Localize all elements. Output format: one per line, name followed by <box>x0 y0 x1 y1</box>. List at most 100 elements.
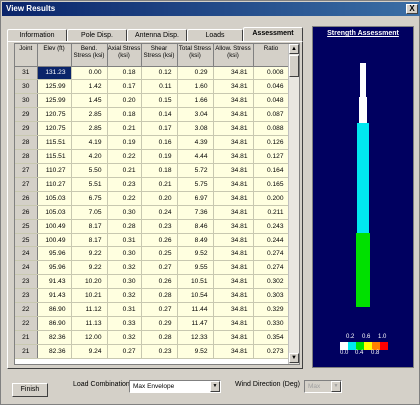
value-cell[interactable]: 0.274 <box>253 260 290 276</box>
scroll-thumb[interactable] <box>289 55 299 77</box>
elev-cell[interactable]: 120.75 <box>37 121 72 137</box>
value-cell[interactable]: 34.81 <box>213 288 254 304</box>
value-cell[interactable]: 34.81 <box>213 149 254 164</box>
elev-cell[interactable]: 86.90 <box>37 302 72 318</box>
joint-cell[interactable]: 22 <box>15 316 38 332</box>
value-cell[interactable]: 0.29 <box>177 66 214 81</box>
value-cell[interactable]: 1.42 <box>71 79 108 95</box>
value-cell[interactable]: 0.25 <box>141 246 178 262</box>
value-cell[interactable]: 5.75 <box>177 177 214 192</box>
table-row[interactable]: 28 115.51 4.20 0.22 0.19 4.44 34.81 0.127 <box>15 149 290 164</box>
vertical-scrollbar[interactable]: ▲ ▼ <box>288 44 299 364</box>
column-header[interactable]: Axial Stress (ksi) <box>107 44 142 67</box>
joint-cell[interactable]: 28 <box>15 149 38 164</box>
table-row[interactable]: 30 125.99 1.42 0.17 0.11 1.60 34.81 0.046 <box>15 79 290 95</box>
joint-cell[interactable]: 24 <box>15 246 38 262</box>
value-cell[interactable]: 0.16 <box>141 135 178 151</box>
value-cell[interactable]: 0.32 <box>107 330 142 345</box>
table-row[interactable]: 23 91.43 10.21 0.32 0.28 10.54 34.81 0.303 <box>15 288 290 304</box>
close-button[interactable]: X <box>406 4 418 14</box>
value-cell[interactable]: 0.18 <box>107 107 142 123</box>
elev-cell[interactable]: 105.03 <box>37 191 72 206</box>
value-cell[interactable]: 9.22 <box>71 260 108 276</box>
value-cell[interactable]: 0.18 <box>107 66 142 81</box>
value-cell[interactable]: 0.32 <box>107 288 142 304</box>
value-cell[interactable]: 5.72 <box>177 163 214 178</box>
value-cell[interactable]: 0.23 <box>141 344 178 359</box>
joint-cell[interactable]: 29 <box>15 121 38 137</box>
value-cell[interactable]: 11.13 <box>71 316 108 332</box>
value-cell[interactable]: 7.36 <box>177 205 214 220</box>
value-cell[interactable]: 0.33 <box>107 316 142 332</box>
value-cell[interactable]: 0.087 <box>253 107 290 123</box>
value-cell[interactable]: 3.08 <box>177 121 214 137</box>
value-cell[interactable]: 8.46 <box>177 219 214 234</box>
joint-cell[interactable]: 21 <box>15 330 38 345</box>
value-cell[interactable]: 34.81 <box>213 205 254 220</box>
value-cell[interactable]: 9.22 <box>71 246 108 262</box>
scroll-down-icon[interactable]: ▼ <box>289 353 299 363</box>
table-row[interactable]: 24 95.96 9.22 0.32 0.27 9.55 34.81 0.274 <box>15 260 290 276</box>
value-cell[interactable]: 0.127 <box>253 149 290 164</box>
column-header[interactable]: Elev (ft) <box>37 44 72 67</box>
elev-cell[interactable]: 125.99 <box>37 79 72 95</box>
value-cell[interactable]: 0.354 <box>253 330 290 345</box>
table-row[interactable]: 21 82.36 12.00 0.32 0.28 12.33 34.81 0.354 <box>15 330 290 345</box>
tab-pole-disp[interactable]: Pole Disp. <box>67 29 127 41</box>
value-cell[interactable]: 0.18 <box>141 163 178 178</box>
joint-cell[interactable]: 26 <box>15 191 38 206</box>
table-row[interactable]: 27 110.27 5.50 0.21 0.18 5.72 34.81 0.164 <box>15 163 290 178</box>
table-row[interactable]: 23 91.43 10.20 0.30 0.26 10.51 34.81 0.302 <box>15 274 290 290</box>
joint-cell[interactable]: 30 <box>15 93 38 109</box>
value-cell[interactable]: 0.28 <box>107 219 142 234</box>
joint-cell[interactable]: 25 <box>15 219 38 234</box>
value-cell[interactable]: 8.17 <box>71 219 108 234</box>
value-cell[interactable]: 0.303 <box>253 288 290 304</box>
joint-cell[interactable]: 30 <box>15 79 38 95</box>
value-cell[interactable]: 0.21 <box>141 177 178 192</box>
value-cell[interactable]: 0.165 <box>253 177 290 192</box>
table-row[interactable]: 22 86.90 11.13 0.33 0.29 11.47 34.81 0.330 <box>15 316 290 332</box>
elev-cell[interactable]: 91.43 <box>37 274 72 290</box>
joint-cell[interactable]: 24 <box>15 260 38 276</box>
value-cell[interactable]: 9.55 <box>177 260 214 276</box>
value-cell[interactable]: 0.28 <box>141 330 178 345</box>
value-cell[interactable]: 11.12 <box>71 302 108 318</box>
table-row[interactable]: 29 120.75 2.85 0.21 0.17 3.08 34.81 0.088 <box>15 121 290 137</box>
value-cell[interactable]: 0.30 <box>107 274 142 290</box>
value-cell[interactable]: 9.52 <box>177 246 214 262</box>
table-row[interactable]: 21 82.36 9.24 0.27 0.23 9.52 34.81 0.273 <box>15 344 290 359</box>
value-cell[interactable]: 0.15 <box>141 93 178 109</box>
value-cell[interactable]: 34.81 <box>213 107 254 123</box>
column-header[interactable]: Ratio <box>253 44 290 67</box>
value-cell[interactable]: 0.23 <box>141 219 178 234</box>
joint-cell[interactable]: 26 <box>15 205 38 220</box>
table-row[interactable]: 26 105.03 7.05 0.30 0.24 7.36 34.81 0.211 <box>15 205 290 220</box>
value-cell[interactable]: 34.81 <box>213 79 254 95</box>
value-cell[interactable]: 5.50 <box>71 163 108 178</box>
value-cell[interactable]: 0.00 <box>71 66 108 81</box>
value-cell[interactable]: 34.81 <box>213 163 254 178</box>
value-cell[interactable]: 34.81 <box>213 93 254 109</box>
value-cell[interactable]: 6.97 <box>177 191 214 206</box>
value-cell[interactable]: 12.00 <box>71 330 108 345</box>
value-cell[interactable]: 0.12 <box>141 66 178 81</box>
value-cell[interactable]: 0.24 <box>141 205 178 220</box>
value-cell[interactable]: 4.39 <box>177 135 214 151</box>
value-cell[interactable]: 4.20 <box>71 149 108 164</box>
value-cell[interactable]: 0.211 <box>253 205 290 220</box>
value-cell[interactable]: 34.81 <box>213 219 254 234</box>
value-cell[interactable]: 0.11 <box>141 79 178 95</box>
value-cell[interactable]: 12.33 <box>177 330 214 345</box>
value-cell[interactable]: 34.81 <box>213 177 254 192</box>
value-cell[interactable]: 1.60 <box>177 79 214 95</box>
elev-cell[interactable]: 100.49 <box>37 233 72 248</box>
column-header[interactable]: Total Stress (ksi) <box>177 44 214 67</box>
value-cell[interactable]: 34.81 <box>213 302 254 318</box>
value-cell[interactable]: 0.30 <box>107 205 142 220</box>
value-cell[interactable]: 34.81 <box>213 330 254 345</box>
joint-cell[interactable]: 27 <box>15 163 38 178</box>
joint-cell[interactable]: 23 <box>15 288 38 304</box>
value-cell[interactable]: 0.28 <box>141 288 178 304</box>
value-cell[interactable]: 9.24 <box>71 344 108 359</box>
